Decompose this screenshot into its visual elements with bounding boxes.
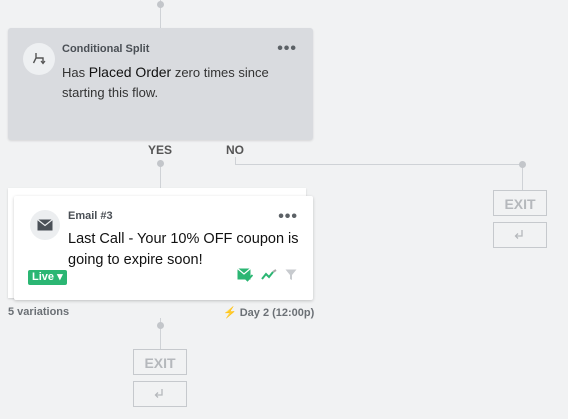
email-node[interactable]: Email #3 ••• Last Call - Your 10% OFF co… <box>14 196 313 300</box>
connector-dot-no <box>519 161 526 168</box>
email-delay: ⚡ Day 2 (12:00p) <box>223 306 314 319</box>
email-more-icon[interactable]: ••• <box>278 209 298 225</box>
split-more-icon[interactable]: ••• <box>277 41 297 57</box>
email-icon-container <box>30 210 60 240</box>
status-badge-live[interactable]: Live ▾ <box>28 270 67 285</box>
envelope-icon <box>37 219 53 231</box>
conditional-split-node[interactable]: Conditional Split ••• Has Placed Order z… <box>8 28 313 140</box>
lightning-icon: ⚡ <box>223 307 237 319</box>
connector-no-horizontal <box>235 164 522 165</box>
connector-no-vertical <box>235 157 236 164</box>
exit-node-no-branch: EXIT <box>493 190 547 216</box>
exit-connect-button-yes-branch[interactable] <box>133 381 187 407</box>
email-delay-text: Day 2 (12:00p) <box>239 307 315 319</box>
split-text-highlight: Placed Order <box>88 64 172 80</box>
split-icon-container <box>23 43 55 75</box>
email-card-icons <box>237 268 297 282</box>
analytics-trend-icon[interactable] <box>261 269 277 281</box>
split-text-prefix: Has <box>62 65 89 80</box>
email-title: Email #3 <box>68 210 113 222</box>
branch-no-label: NO <box>226 143 244 157</box>
split-arrows-icon <box>32 53 46 65</box>
exit-connect-button-no-branch[interactable] <box>493 222 547 248</box>
email-subject: Last Call - Your 10% OFF coupon is going… <box>68 231 299 268</box>
connector-dot-yes <box>157 160 164 167</box>
connector-dot-email <box>157 322 164 329</box>
branch-yes-label: YES <box>148 143 173 157</box>
split-condition-text: Has Placed Order zero times since starti… <box>62 62 302 103</box>
smart-send-check-icon[interactable] <box>237 268 253 282</box>
exit-node-yes-branch: EXIT <box>133 349 187 375</box>
email-variations-count: 5 variations <box>8 306 70 318</box>
filter-icon[interactable] <box>285 269 297 281</box>
return-arrow-icon <box>154 389 163 398</box>
connector-dot-top <box>157 1 164 8</box>
split-title: Conditional Split <box>62 43 150 55</box>
return-arrow-icon <box>514 230 523 239</box>
